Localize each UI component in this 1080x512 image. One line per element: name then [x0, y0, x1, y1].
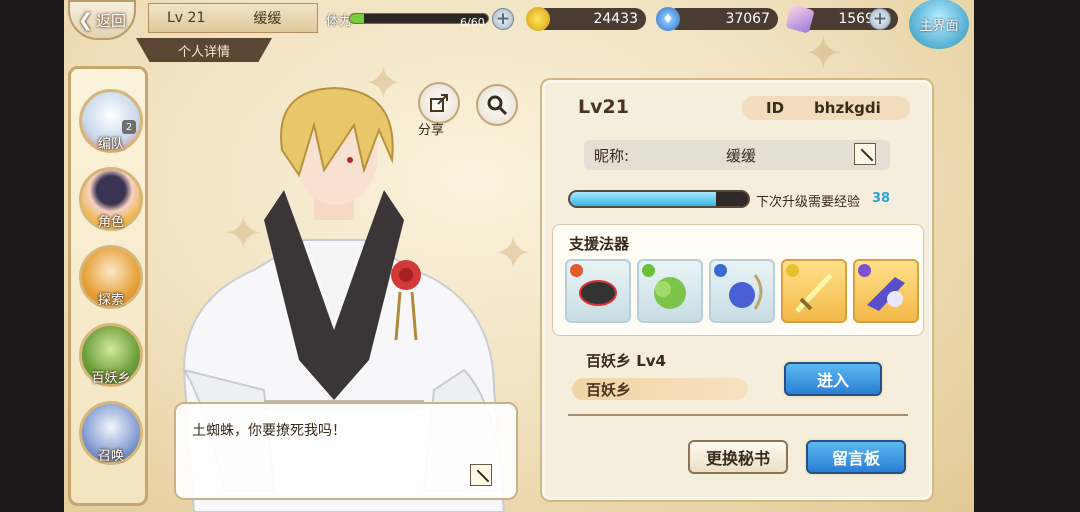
nav-summon-button[interactable]: 召唤: [79, 401, 143, 465]
share-label: 分享: [418, 123, 445, 138]
search-button[interactable]: [476, 84, 518, 126]
profile-detail-tab: 个人详情: [136, 38, 272, 62]
top-bar: ❮ 返回 Lv 21 缓缓 体力 6/60 + 24433 37067 ♦ 15…: [64, 0, 974, 52]
add-stamina-button[interactable]: +: [492, 8, 514, 30]
change-secretary-button[interactable]: 更换秘书: [688, 440, 788, 474]
wind-element-icon: [642, 264, 655, 277]
edit-dialog-icon[interactable]: [470, 464, 492, 486]
secretary-dialog-box: 土蜘蛛，你要撩死我吗！: [174, 402, 518, 500]
edit-nickname-icon[interactable]: [854, 143, 876, 165]
artifact-slot-3[interactable]: [709, 259, 775, 323]
player-id-badge: ID bhzkgdi: [742, 96, 910, 120]
search-icon: [487, 95, 508, 116]
exp-value: 38: [872, 191, 891, 206]
dialog-text: 土蜘蛛，你要撩死我吗！: [192, 423, 346, 439]
artifact-slot-4[interactable]: [781, 259, 847, 323]
enter-label: 进入: [816, 371, 849, 390]
nickname-field: 昵称: 缓缓: [584, 140, 890, 170]
message-board-button[interactable]: 留言板: [806, 440, 906, 474]
artifact-slot-1[interactable]: [565, 259, 631, 323]
nav-summon-label: 召唤: [97, 449, 124, 464]
village-name-bar: 百妖乡: [572, 378, 748, 400]
blue-flame-icon: ♦: [656, 7, 680, 31]
right-letterbox: [974, 0, 1080, 512]
left-nav: 2 编队 角色 探索 百妖乡 召唤: [68, 66, 148, 506]
village-title: 百妖乡 Lv4: [586, 352, 666, 370]
support-artifacts-box: 支援法器: [552, 224, 924, 336]
profile-panel: Lv21 ID bhzkgdi 昵称: 缓缓 下次升级需要经验 38 支援法器: [540, 78, 934, 502]
nav-village-label: 百妖乡: [91, 371, 131, 386]
left-letterbox: [0, 0, 64, 512]
panel-divider: [568, 414, 908, 416]
nav-explore-button[interactable]: 探索: [79, 245, 143, 309]
spirit-counter: 37067: [666, 8, 778, 30]
nav-character-label: 角色: [97, 215, 124, 230]
profile-detail-label: 个人详情: [177, 44, 230, 60]
nav-team-label: 编队: [97, 137, 124, 152]
back-button[interactable]: ❮ 返回: [68, 0, 136, 40]
spirit-value: 37067: [725, 11, 770, 27]
nav-explore-label: 探索: [97, 293, 124, 308]
back-arrow-icon: ❮: [77, 9, 94, 31]
profile-level: Lv21: [578, 96, 629, 118]
message-board-label: 留言板: [831, 449, 880, 468]
nav-team-button[interactable]: 2 编队: [79, 89, 143, 153]
gold-coin-icon: [526, 7, 550, 31]
player-level-plate: Lv 21 缓缓: [148, 3, 318, 33]
team-badge: 2: [122, 120, 136, 134]
share-icon: [430, 94, 448, 112]
enter-village-button[interactable]: 进入: [784, 362, 882, 396]
nav-character-button[interactable]: 角色: [79, 167, 143, 231]
exp-bar: [568, 190, 750, 208]
water-element-icon: [714, 264, 727, 277]
back-label: 返回: [96, 11, 127, 30]
artifact-slot-5[interactable]: [853, 259, 919, 323]
nickname-label: 昵称:: [594, 146, 630, 165]
artifact-slot-2[interactable]: [637, 259, 703, 323]
nav-village-button[interactable]: 百妖乡: [79, 323, 143, 387]
fire-element-icon: [570, 264, 583, 277]
exp-label: 下次升级需要经验: [756, 195, 861, 210]
gold-value: 24433: [593, 11, 638, 27]
thunder-element-icon: [786, 264, 799, 277]
exp-fill: [570, 192, 716, 206]
player-name: 缓缓: [253, 11, 282, 27]
home-label: 主界面: [919, 18, 959, 34]
player-id-label: ID: [766, 99, 785, 117]
support-artifacts-title: 支援法器: [569, 235, 630, 253]
game-screen: ✦ ✦ ✦ ✦ ❮ 返回 Lv 21 缓缓 体力 6/60 + 24433 37…: [64, 0, 974, 512]
gold-counter: 24433: [534, 8, 646, 30]
player-id-value: bhzkgdi: [814, 99, 881, 117]
home-button[interactable]: 主界面: [906, 0, 972, 52]
village-name: 百妖乡: [586, 380, 632, 399]
player-level: Lv 21: [167, 10, 206, 26]
share-button[interactable]: [418, 82, 460, 124]
stamina-text: 6/60: [460, 16, 485, 29]
change-secretary-label: 更换秘书: [705, 449, 770, 468]
add-gem-button[interactable]: +: [869, 8, 891, 30]
stamina-fill: [350, 14, 364, 23]
dark-element-icon: [858, 264, 871, 277]
nickname-value: 缓缓: [726, 146, 757, 165]
